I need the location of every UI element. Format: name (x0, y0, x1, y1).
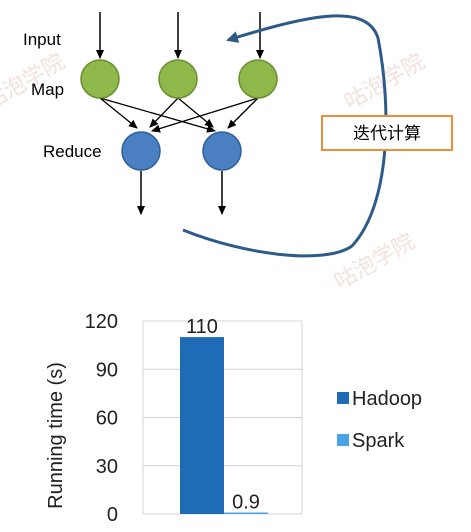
map-label: Map (31, 80, 64, 99)
legend-swatch-spark (337, 434, 349, 446)
running-time-chart: 0 30 60 90 120 Running time (s) 110 0.9 Hadoo… (45, 311, 422, 526)
y-tick-label-60: 60 (96, 408, 118, 430)
shuffle-arrow-3 (149, 97, 179, 128)
shuffle-arrow-4 (177, 97, 214, 128)
reduce-node-1 (121, 131, 161, 171)
legend-label-hadoop: Hadoop (352, 388, 422, 410)
map-nodes (80, 59, 278, 99)
y-tick-label-90: 90 (96, 359, 118, 381)
legend-label-spark: Spark (352, 430, 405, 452)
shuffle-arrow-1 (99, 97, 138, 129)
shuffle-arrows (99, 97, 259, 133)
figure-canvas: 咕泡学院 咕泡学院 咕泡学院 Input Map Reduce 迭代计算 030… (0, 12, 453, 526)
map-node-3 (238, 59, 278, 99)
map-node-1 (80, 59, 120, 99)
y-tick-label-30: 30 (96, 456, 118, 478)
bars (180, 337, 268, 514)
watermarks: 咕泡学院 咕泡学院 咕泡学院 (0, 49, 429, 295)
y-axis-tick-labels: 0 30 60 90 120 (85, 311, 118, 526)
map-node-2 (158, 59, 198, 99)
data-label-spark: 0.9 (232, 492, 260, 514)
reduce-label: Reduce (43, 142, 102, 161)
mapreduce-diagram: Input Map Reduce 迭代计算 (23, 12, 453, 258)
y-tick-label-120: 120 (85, 311, 118, 333)
input-arrows (96, 12, 264, 59)
reduce-node-2 (202, 131, 242, 171)
legend-swatch-hadoop (337, 392, 349, 404)
y-axis-label: Running time (s) (45, 362, 67, 509)
watermark-3: 咕泡学院 (330, 229, 419, 295)
iteration-label-box: 迭代计算 (321, 115, 453, 151)
output-arrows (137, 171, 226, 215)
reduce-nodes (121, 131, 242, 171)
input-label: Input (23, 30, 61, 49)
bar-hadoop (180, 337, 224, 514)
y-tick-label-0: 0 (107, 504, 118, 526)
legend: Hadoop Spark (337, 388, 422, 452)
data-label-hadoop: 110 (186, 316, 218, 338)
iteration-label: 迭代计算 (353, 124, 421, 143)
